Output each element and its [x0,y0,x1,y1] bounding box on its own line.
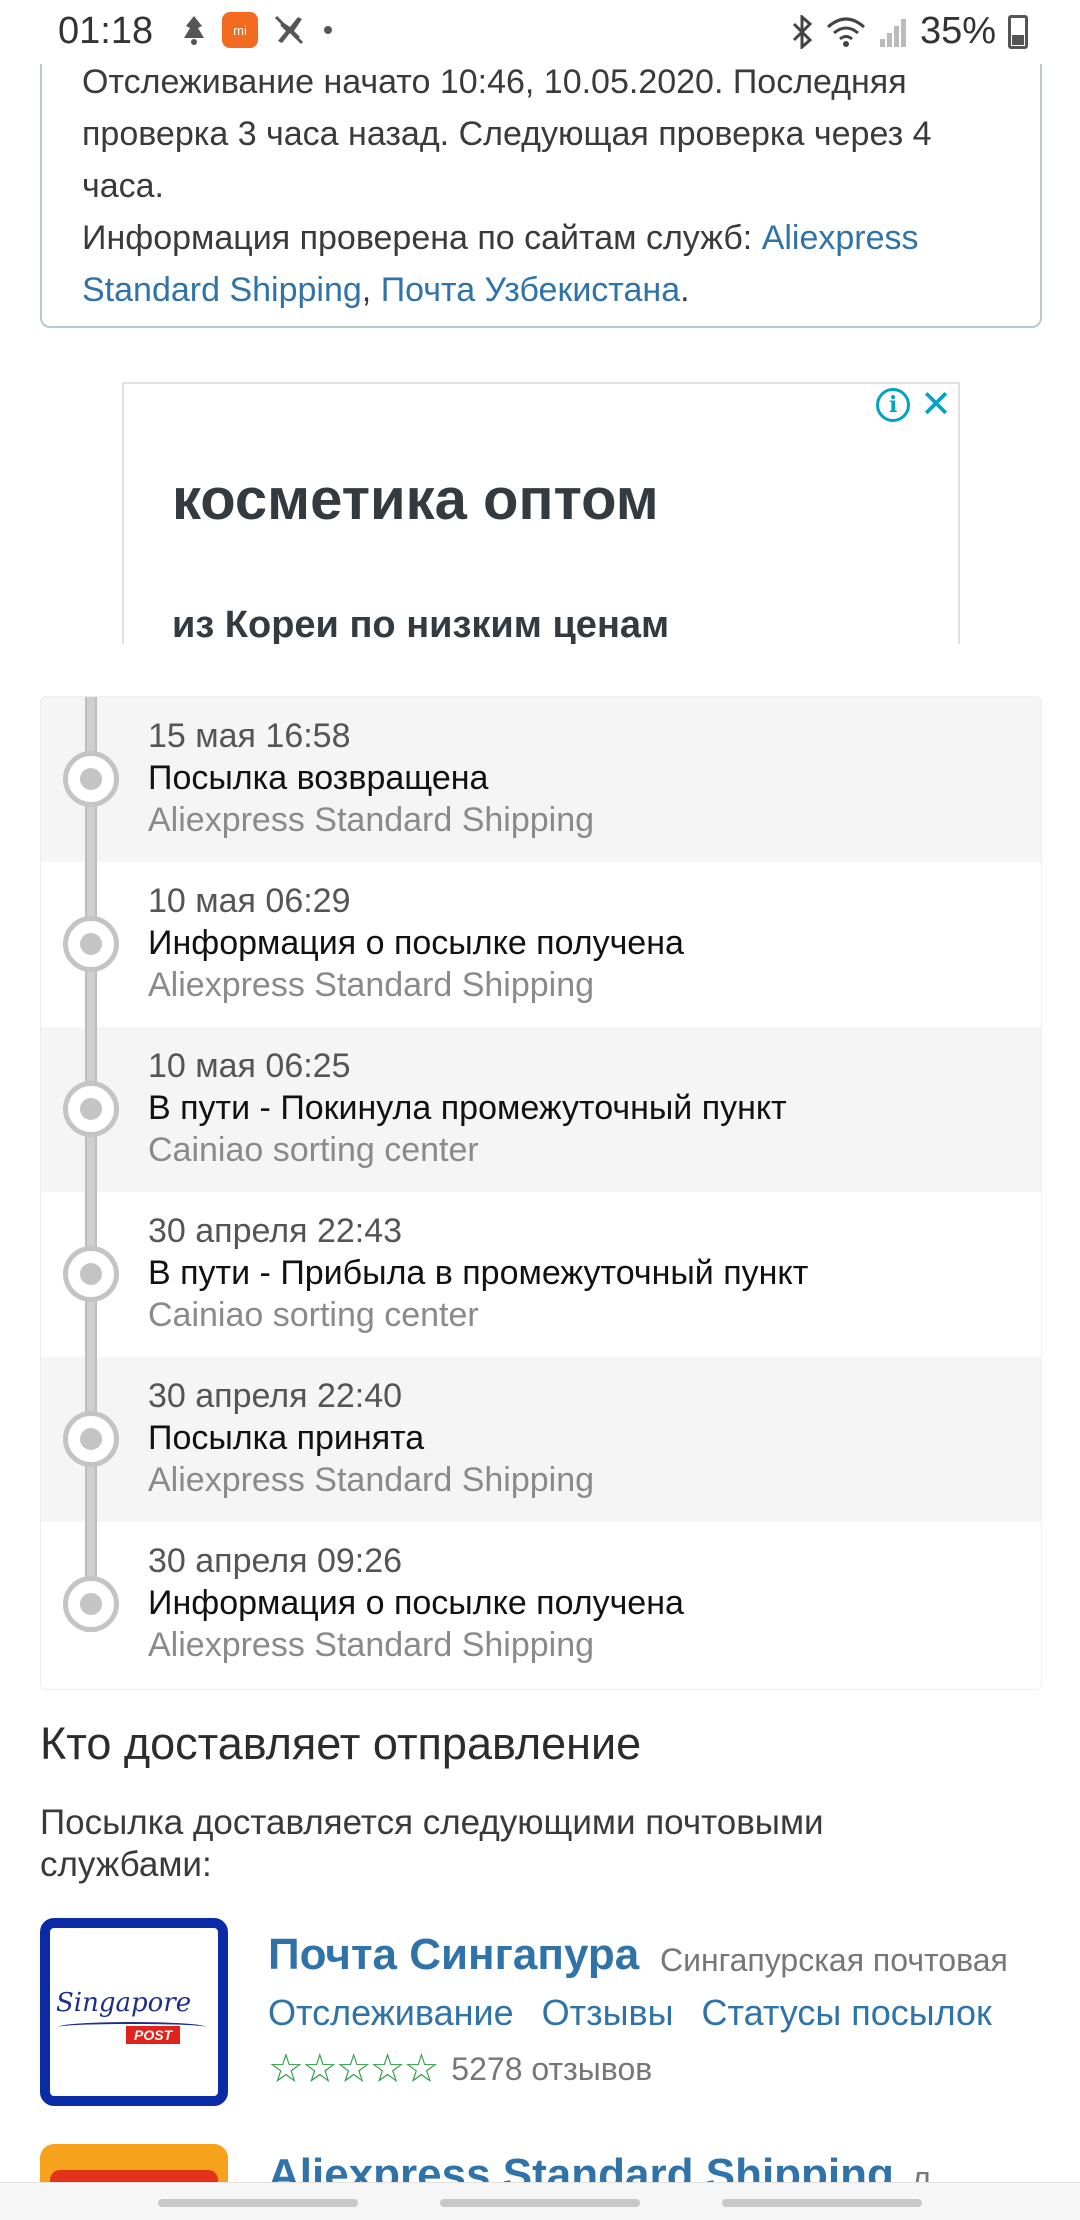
event-date: 30 апреля 22:40 [148,1377,403,1415]
nav-back-button[interactable] [722,2199,922,2207]
wifi-icon [826,17,865,47]
event-carrier: Cainiao sorting center [148,1296,479,1334]
carrier-rating: ☆☆☆☆☆ 5278 отзывов [268,2046,652,2092]
carrier-description: Сингапурская почтовая [660,1942,1008,1978]
carriers-heading: Кто доставляет отправление [40,1718,642,1769]
ad-close-icon[interactable]: ✕ [920,386,952,424]
source-link-uzpost[interactable]: Почта Узбекистана [381,271,680,309]
ad-controls: i ✕ [876,386,952,424]
signal-icon [879,18,906,47]
logo-post-badge: POST [126,2026,181,2044]
carrier-links: Отслеживание Отзывы Статусы посылок [268,1992,992,2034]
sources-prefix: Информация проверена по сайтам служб: [82,219,762,257]
mi-label: mi [233,22,247,38]
event-status: Информация о посылке получена [148,1584,684,1622]
tracking-started-text: Отслеживание начато 10:46, 10.05.2020. П… [82,63,932,205]
ad-title: косметика оптом [172,467,659,532]
timeline-event: 10 мая 06:25 В пути - Покинула промежуто… [41,1027,1041,1192]
carrier-name-link[interactable]: Почта Сингапура [268,1930,639,1980]
carrier-reviews-link[interactable]: Отзывы [542,1992,674,2034]
status-left-icons: mi [180,12,336,48]
event-status: В пути - Прибыла в промежуточный пункт [148,1254,809,1292]
carrier-statuses-link[interactable]: Статусы посылок [702,1992,992,2034]
mi-app-icon: mi [222,12,258,48]
event-carrier: Aliexpress Standard Shipping [148,801,595,839]
bluetooth-icon [792,14,813,49]
timeline-line [85,697,97,1632]
ad-info-glyph: i [888,392,898,418]
timeline-dot-icon [63,751,119,807]
event-carrier: Aliexpress Standard Shipping [148,1626,595,1664]
rating-stars-icon: ☆☆☆☆☆ [268,2047,439,2091]
timeline-event: 30 апреля 22:43 В пути - Прибыла в проме… [41,1192,1041,1357]
ad-subtitle: из Кореи по низким ценам [172,604,670,644]
nav-recent-button[interactable] [158,2199,358,2207]
timeline-dot-icon [63,1576,119,1632]
review-count[interactable]: 5278 отзывов [451,2051,652,2088]
event-status: Посылка возвращена [148,759,489,797]
sources-end: . [680,271,690,309]
timeline-dot-icon [63,1081,119,1137]
timeline-event: 15 мая 16:58 Посылка возвращена Aliexpre… [41,697,1041,862]
event-date: 30 апреля 22:43 [148,1212,403,1250]
sources-text: Информация проверена по сайтам служб: Al… [82,212,1000,316]
event-carrier: Aliexpress Standard Shipping [148,966,595,1004]
timeline-event: 30 апреля 22:40 Посылка принята Aliexpre… [41,1357,1041,1522]
event-status: В пути - Покинула промежуточный пункт [148,1089,787,1127]
battery-icon [1008,14,1028,49]
event-date: 30 апреля 09:26 [148,1542,403,1580]
timeline-event: 10 мая 06:29 Информация о посылке получе… [41,862,1041,1027]
logo-script-text: Singapore [56,1988,192,2018]
tracking-timeline: 15 мая 16:58 Посылка возвращена Aliexpre… [40,696,1042,1690]
event-carrier: Aliexpress Standard Shipping [148,1461,595,1499]
timeline-dot-icon [63,916,119,972]
status-right: 35% [790,10,1028,53]
status-bar: 01:18 mi 35% [0,0,1080,64]
ad-banner[interactable]: i ✕ косметика оптом из Кореи по низким ц… [122,382,960,644]
timeline-dot-icon [63,1246,119,1302]
ad-info-icon[interactable]: i [876,388,911,422]
event-carrier: Cainiao sorting center [148,1131,479,1169]
event-date: 10 мая 06:25 [148,1047,351,1085]
navigation-bar [0,2182,1080,2220]
carrier-tracking-link[interactable]: Отслеживание [268,1992,514,2034]
tracking-info-box: Отслеживание начато 10:46, 10.05.2020. П… [40,30,1042,328]
battery-percent: 35% [919,10,996,52]
timeline-event: 30 апреля 09:26 Информация о посылке пол… [41,1522,1041,1687]
notification-icon [184,16,204,45]
singapore-post-logo[interactable]: Singapore POST [40,1918,228,2106]
status-time: 01:18 [58,10,154,52]
nav-home-button[interactable] [440,2199,640,2207]
event-status: Посылка принята [148,1419,425,1457]
carriers-description: Посылка доставляется следующими почтовым… [40,1803,824,1884]
airplane-icon [274,15,304,45]
event-status: Информация о посылке получена [148,924,684,962]
dot-icon [324,26,332,34]
event-date: 15 мая 16:58 [148,717,351,755]
sources-separator: , [361,271,381,309]
timeline-dot-icon [63,1411,119,1467]
event-date: 10 мая 06:29 [148,882,351,920]
